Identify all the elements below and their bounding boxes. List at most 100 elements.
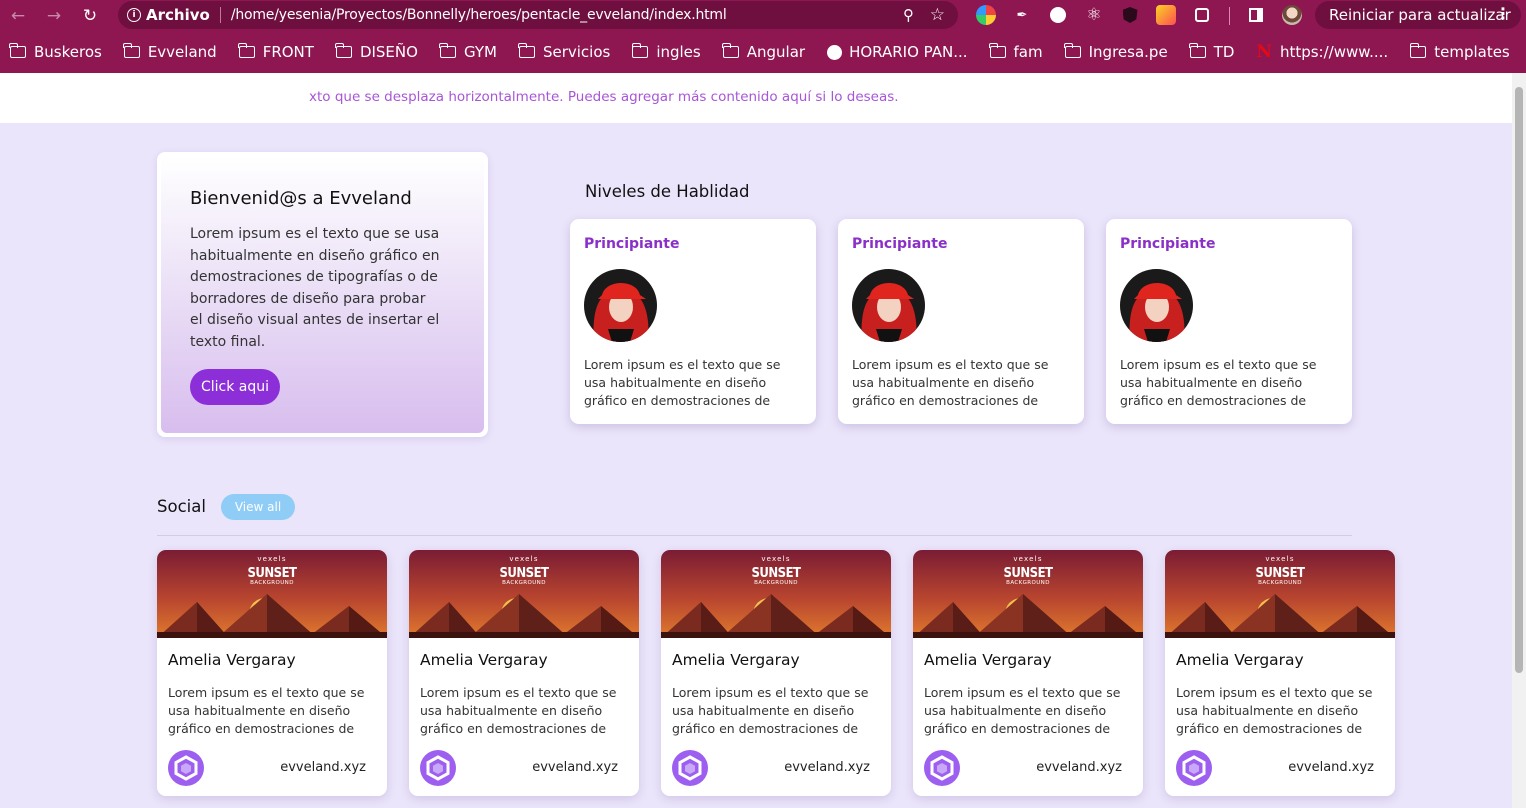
bookmark-label: Servicios bbox=[542, 43, 611, 61]
sunset-banner-image bbox=[409, 550, 639, 638]
circle-extension-icon[interactable] bbox=[1048, 5, 1068, 25]
bookmark-label: ingles bbox=[656, 43, 701, 61]
folder-icon bbox=[1189, 43, 1206, 58]
welcome-title: Bienvenid@s a Evveland bbox=[190, 188, 412, 209]
skill-level: Principiante bbox=[852, 236, 948, 252]
url-text[interactable]: /home/yesenia/Proyectos/Bonnelly/heroes/… bbox=[231, 7, 727, 23]
cube-logo-icon bbox=[168, 750, 204, 786]
banner-brand: vexels bbox=[761, 555, 791, 563]
bookmark-label: Ingresa.pe bbox=[1088, 43, 1168, 61]
reload-icon: ↻ bbox=[82, 5, 98, 26]
banner-brand: vexels bbox=[1265, 555, 1295, 563]
eyedropper-extension-icon[interactable]: ✒ bbox=[1012, 5, 1032, 25]
section-divider bbox=[157, 535, 1352, 536]
react-devtools-icon[interactable]: ⚛ bbox=[1084, 5, 1104, 25]
bookmark-item[interactable]: GYM bbox=[439, 43, 497, 61]
gradient-extension-icon[interactable] bbox=[1156, 5, 1176, 25]
marquee-text: xto que se desplaza horizontalmente. Pue… bbox=[309, 89, 899, 105]
arrow-right-icon: → bbox=[46, 5, 62, 26]
side-panel-icon[interactable] bbox=[1246, 5, 1266, 25]
skill-level: Principiante bbox=[584, 236, 680, 252]
bookmark-item[interactable]: HORARIO PAN... bbox=[827, 43, 968, 61]
card-name: Amelia Vergaray bbox=[1176, 651, 1304, 669]
social-section-title: Social bbox=[157, 497, 206, 516]
cube-logo-icon bbox=[1176, 750, 1212, 786]
card-name: Amelia Vergaray bbox=[168, 651, 296, 669]
angular-devtools-icon[interactable] bbox=[1120, 5, 1140, 25]
puzzle-extensions-icon[interactable] bbox=[1192, 5, 1212, 25]
bookmark-item[interactable]: Nhttps://www.... bbox=[1256, 42, 1388, 62]
zoom-icon[interactable]: ⚲ bbox=[903, 6, 914, 24]
banner-title: SUNSET bbox=[499, 566, 549, 581]
banner-subtitle: BACKGROUND bbox=[1258, 580, 1302, 586]
bookmark-item[interactable]: DISEÑO bbox=[335, 43, 418, 61]
card-name: Amelia Vergaray bbox=[672, 651, 800, 669]
profile-avatar[interactable] bbox=[1282, 5, 1302, 25]
scrollbar-thumb[interactable] bbox=[1515, 87, 1523, 673]
toolbar-divider bbox=[1229, 7, 1230, 25]
omnibox-divider bbox=[219, 7, 221, 23]
bookmark-item[interactable]: FRONT bbox=[238, 43, 314, 61]
skill-description: Lorem ipsum es el texto que se usa habit… bbox=[584, 357, 781, 408]
card-site-link[interactable]: evveland.xyz bbox=[784, 760, 870, 775]
page-scrollbar[interactable] bbox=[1512, 73, 1526, 808]
arrow-left-icon: ← bbox=[10, 5, 26, 26]
bookmark-item[interactable]: ingles bbox=[631, 43, 701, 61]
click-here-button[interactable]: Click aqui bbox=[190, 369, 280, 405]
bookmark-label: Evveland bbox=[147, 43, 217, 61]
back-button[interactable]: ← bbox=[0, 0, 36, 31]
cube-logo-icon bbox=[672, 750, 708, 786]
update-button[interactable]: Reiniciar para actualizar ⋮ bbox=[1315, 1, 1521, 29]
view-all-button[interactable]: View all bbox=[221, 494, 295, 520]
card-site-link[interactable]: evveland.xyz bbox=[1288, 760, 1374, 775]
card-name: Amelia Vergaray bbox=[924, 651, 1052, 669]
bookmark-item[interactable]: Servicios bbox=[518, 43, 611, 61]
card-description: Lorem ipsum es el texto que se usa habit… bbox=[924, 685, 1121, 736]
social-card[interactable]: vexels SUNSET BACKGROUND Amelia Vergaray… bbox=[913, 550, 1143, 796]
sunset-banner-image bbox=[913, 550, 1143, 638]
more-vert-icon[interactable]: ⋮ bbox=[1495, 4, 1511, 23]
color-picker-extension-icon[interactable] bbox=[976, 5, 996, 25]
bookmark-item[interactable]: Ingresa.pe bbox=[1064, 43, 1168, 61]
social-card[interactable]: vexels SUNSET BACKGROUND Amelia Vergaray… bbox=[1165, 550, 1395, 796]
page-content: xto que se desplaza horizontalmente. Pue… bbox=[0, 73, 1512, 808]
bookmark-item[interactable]: Buskeros bbox=[9, 43, 102, 61]
social-card[interactable]: vexels SUNSET BACKGROUND Amelia Vergaray… bbox=[409, 550, 639, 796]
address-bar[interactable]: i Archivo /home/yesenia/Proyectos/Bonnel… bbox=[118, 1, 958, 29]
banner-title: SUNSET bbox=[1255, 566, 1305, 581]
card-site-link[interactable]: evveland.xyz bbox=[532, 760, 618, 775]
bookmark-star-icon[interactable]: ☆ bbox=[930, 5, 945, 25]
social-card[interactable]: vexels SUNSET BACKGROUND Amelia Vergaray… bbox=[157, 550, 387, 796]
info-icon[interactable]: i bbox=[127, 8, 141, 22]
folder-icon bbox=[631, 43, 649, 58]
marquee-banner: xto que se desplaza horizontalmente. Pue… bbox=[0, 73, 1512, 123]
banner-subtitle: BACKGROUND bbox=[502, 580, 546, 586]
site-info-label[interactable]: Archivo bbox=[146, 6, 210, 24]
globe-icon bbox=[827, 44, 843, 60]
card-site-link[interactable]: evveland.xyz bbox=[280, 760, 366, 775]
folder-icon bbox=[518, 43, 535, 58]
bookmark-label: https://www.... bbox=[1279, 43, 1389, 61]
skill-card[interactable]: Principiante Lorem ipsum es el texto que… bbox=[838, 219, 1084, 424]
bookmark-item[interactable]: Angular bbox=[722, 43, 806, 61]
banner-brand: vexels bbox=[509, 555, 539, 563]
bookmark-item[interactable]: templates bbox=[1409, 43, 1510, 61]
skill-card[interactable]: Principiante Lorem ipsum es el texto que… bbox=[570, 219, 816, 424]
forward-button[interactable]: → bbox=[36, 0, 72, 31]
social-card[interactable]: vexels SUNSET BACKGROUND Amelia Vergaray… bbox=[661, 550, 891, 796]
welcome-body: Lorem ipsum es el texto que se usa habit… bbox=[190, 226, 440, 350]
bookmark-item[interactable]: TD bbox=[1189, 43, 1234, 61]
reload-button[interactable]: ↻ bbox=[72, 0, 108, 31]
card-site-link[interactable]: evveland.xyz bbox=[1036, 760, 1122, 775]
banner-subtitle: BACKGROUND bbox=[250, 580, 294, 586]
skills-section-title: Niveles de Hablidad bbox=[585, 182, 750, 201]
bookmark-label: fam bbox=[1013, 43, 1043, 61]
bookmark-label: Angular bbox=[746, 43, 806, 61]
cube-logo-icon bbox=[924, 750, 960, 786]
folder-icon bbox=[988, 43, 1006, 58]
skill-card[interactable]: Principiante Lorem ipsum es el texto que… bbox=[1106, 219, 1352, 424]
bookmark-item[interactable]: Evveland bbox=[123, 43, 217, 61]
bookmark-item[interactable]: fam bbox=[988, 43, 1043, 61]
skill-description: Lorem ipsum es el texto que se usa habit… bbox=[852, 357, 1049, 408]
folder-icon bbox=[335, 43, 352, 58]
